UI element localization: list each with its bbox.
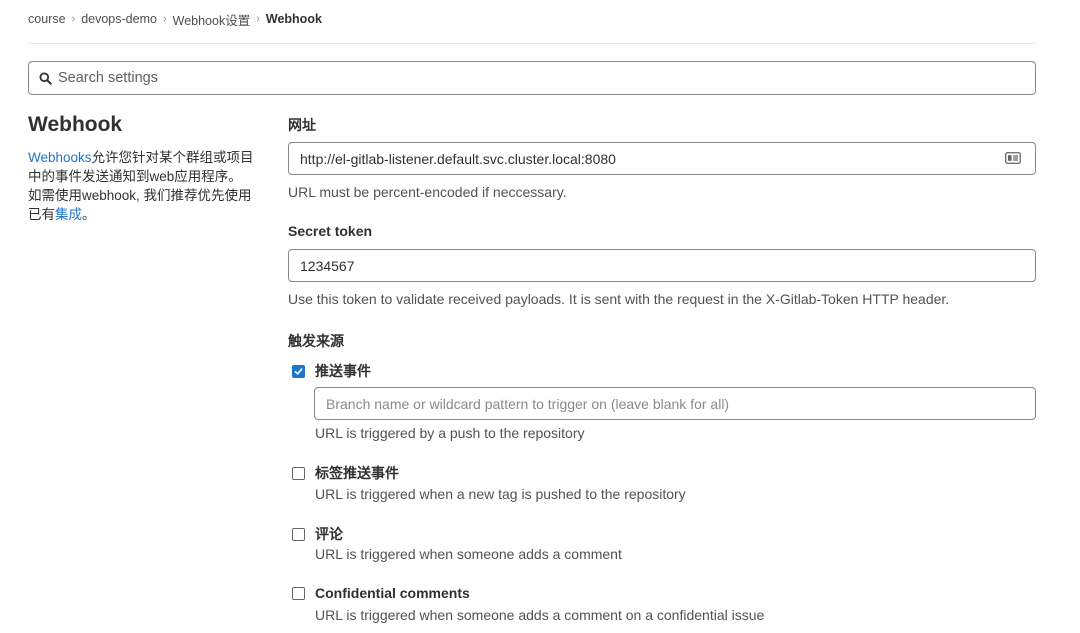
breadcrumb: course › devops-demo › Webhook设置 › Webho… [28, 10, 322, 29]
comments-help: URL is triggered when someone adds a com… [315, 546, 622, 562]
secret-token-input[interactable] [288, 249, 1036, 282]
url-input[interactable] [288, 142, 1036, 175]
url-help-text: URL must be percent-encoded if neccessar… [288, 184, 567, 200]
push-events-help: URL is triggered by a push to the reposi… [315, 425, 585, 441]
chevron-right-icon: › [162, 13, 167, 25]
webhooks-link[interactable]: Webhooks [28, 150, 92, 165]
page-description: Webhooks允许您针对某个群组或项目中的事件发送通知到web应用程序。 如需… [28, 148, 258, 224]
chevron-right-icon: › [256, 13, 260, 25]
chevron-right-icon: › [71, 13, 76, 25]
confidential-comments-checkbox[interactable] [292, 586, 305, 600]
description-end: 。 [82, 207, 96, 222]
branch-filter-input[interactable] [314, 387, 1036, 420]
tag-push-events-checkbox[interactable] [292, 466, 305, 480]
comments-checkbox[interactable] [292, 527, 305, 541]
contact-card-icon[interactable] [1005, 152, 1021, 164]
secret-token-help: Use this token to validate received payl… [288, 291, 950, 307]
breadcrumb-webhook-settings[interactable]: Webhook设置 [173, 10, 251, 29]
check-icon [294, 367, 303, 375]
tag-push-events-label: 标签推送事件 [315, 465, 399, 481]
trigger-push-events[interactable]: 推送事件 [292, 361, 371, 381]
breadcrumb-current: Webhook [265, 12, 322, 26]
url-label: 网址 [288, 117, 316, 133]
push-events-checkbox[interactable] [292, 364, 305, 378]
search-input[interactable] [58, 70, 958, 86]
search-box[interactable] [28, 61, 1036, 95]
trigger-confidential-comments[interactable]: Confidential comments [292, 585, 470, 601]
trigger-tag-push-events[interactable]: 标签推送事件 [292, 463, 399, 483]
breadcrumb-devops-demo[interactable]: devops-demo [81, 12, 157, 26]
tag-push-events-help: URL is triggered when a new tag is pushe… [315, 486, 686, 502]
integrations-link[interactable]: 集成 [55, 207, 82, 222]
page-title: Webhook [28, 113, 123, 136]
confidential-comments-help: URL is triggered when someone adds a com… [315, 607, 765, 623]
trigger-comments[interactable]: 评论 [292, 524, 343, 544]
trigger-section-label: 触发来源 [288, 333, 344, 349]
search-icon [39, 71, 53, 85]
confidential-comments-label: Confidential comments [315, 585, 470, 601]
comments-label: 评论 [315, 526, 343, 542]
breadcrumb-course[interactable]: course [28, 12, 66, 26]
secret-token-label: Secret token [288, 223, 373, 239]
divider [28, 43, 1036, 44]
sidebar: Webhook Webhooks允许您针对某个群组或项目中的事件发送通知到web… [28, 113, 258, 224]
push-events-label: 推送事件 [315, 363, 371, 379]
